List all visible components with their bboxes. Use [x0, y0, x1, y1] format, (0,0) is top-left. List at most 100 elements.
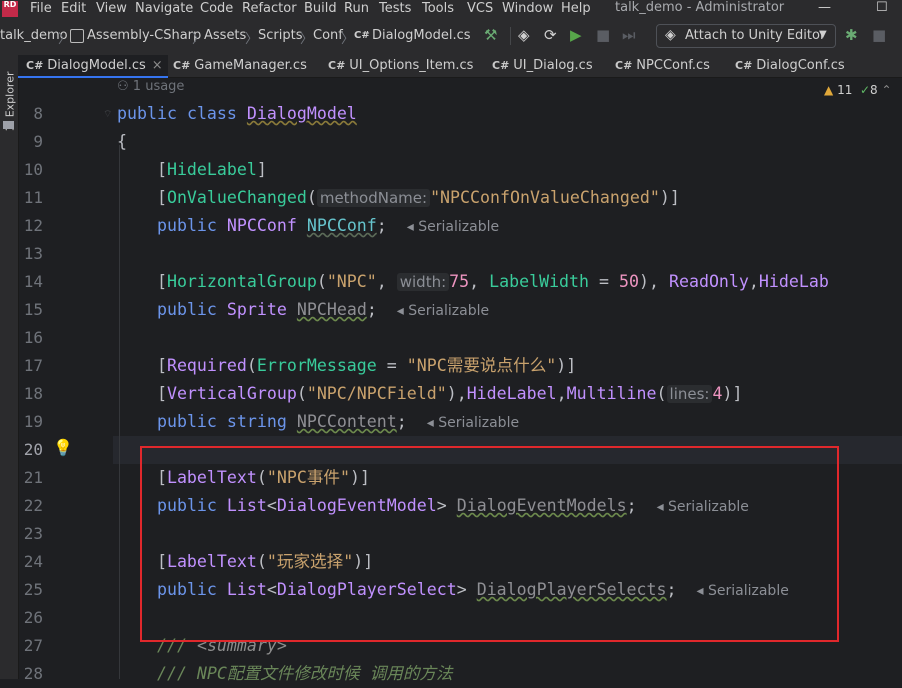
rider-logo-icon: RD [2, 1, 18, 17]
serializable-hint[interactable]: ◂ Serializable [427, 415, 519, 431]
code-line-8: public class DialogModel [117, 104, 357, 123]
code-line-17: [Required(ErrorMessage = "NPC需要说点什么")] [117, 356, 577, 375]
breadcrumb-file[interactable]: DialogModel.cs [372, 28, 471, 43]
line-number: 12 [23, 216, 43, 235]
line-number: 15 [23, 300, 43, 319]
run-icon[interactable]: ▶ [570, 26, 582, 44]
csharp-file-icon: C# [328, 59, 346, 72]
highlight-annotation-box [140, 446, 839, 642]
line-number: 11 [23, 188, 43, 207]
csharp-file-icon: C# [615, 59, 633, 72]
line-number: 14 [23, 272, 43, 291]
warning-icon: ▲ [824, 83, 834, 97]
csharp-file-icon: C# [492, 59, 510, 72]
maximize-button[interactable]: ☐ [876, 0, 888, 16]
build-hammer-icon[interactable]: ⚒ [484, 26, 497, 44]
menu-tests[interactable]: Tests [379, 0, 411, 18]
breadcrumb-conf[interactable]: Conf [313, 28, 343, 43]
line-number: 13 [23, 244, 43, 263]
csharp-file-icon: C# [26, 59, 44, 72]
stop-debug-icon[interactable]: ■ [872, 26, 886, 44]
breadcrumb-separator-icon: 〉 [300, 32, 314, 47]
attach-label: Attach to Unity Editor [685, 28, 826, 43]
fold-marker-icon[interactable]: ⌔ [103, 108, 112, 121]
tab-label: GameManager.cs [194, 58, 307, 73]
line-number: 24 [23, 552, 43, 571]
line-number: 28 [23, 664, 43, 683]
code-editor[interactable]: ⚇ 1 usage ▲ 11 ✓8 ⌃ 8 9 10 11 12 13 14 1… [19, 78, 902, 683]
csharp-file-icon: C# [173, 59, 191, 72]
menu-refactor[interactable]: Refactor [242, 0, 297, 18]
line-number: 25 [23, 580, 43, 599]
breadcrumb-assembly[interactable]: Assembly-CSharp [87, 28, 201, 43]
line-number: 17 [23, 356, 43, 375]
breadcrumb-separator-icon: 〉 [341, 32, 355, 47]
inspection-widget[interactable]: ▲ 11 ✓8 ⌃ [824, 83, 892, 97]
tab-label: DialogModel.cs [47, 58, 146, 73]
folder-icon[interactable] [3, 121, 14, 129]
editor-tabs: C# DialogModel.cs × C# GameManager.cs C# UI_… [18, 55, 902, 78]
serializable-hint[interactable]: ◂ Serializable [397, 303, 489, 319]
tab-ui-dialog[interactable]: C# UI_Dialog.cs [492, 55, 593, 77]
close-icon[interactable]: × [152, 58, 163, 73]
unity-serializable-icon: ◂ [396, 303, 404, 319]
refresh-settings-icon[interactable]: ⟳ [544, 26, 557, 44]
line-number: 23 [23, 524, 43, 543]
navigation-toolbar: talk_demo 〉 Assembly-CSharp 〉 Assets 〉 S… [0, 18, 902, 55]
line-number: 21 [23, 468, 43, 487]
menu-help[interactable]: Help [561, 0, 591, 18]
menu-tools[interactable]: Tools [422, 0, 454, 18]
usage-hint[interactable]: ⚇ 1 usage [117, 79, 184, 94]
param-hint: width: [396, 273, 450, 291]
window-title: talk_demo - Administrator [615, 0, 785, 15]
serializable-hint[interactable]: ◂ Serializable [407, 219, 499, 235]
csharp-file-icon: C# [354, 30, 370, 41]
code-line-14: [HorizontalGroup("NPC", width: 75, LabelW… [117, 272, 829, 291]
tab-npcconf[interactable]: C# NPCConf.cs [615, 55, 710, 77]
menu-bar: RD File Edit View Navigate Code Refactor… [0, 0, 902, 18]
lightbulb-icon[interactable]: 💡 [53, 438, 73, 457]
menu-code[interactable]: Code [200, 0, 233, 18]
line-number: 10 [23, 160, 43, 179]
code-line-12: public NPCConf NPCConf; ◂ Serializable [156, 216, 500, 235]
check-count: 8 [870, 83, 878, 97]
menu-edit[interactable]: Edit [61, 0, 86, 18]
unity-serializable-icon: ◂ [426, 415, 434, 431]
attach-unity-dropdown[interactable]: ◈ Attach to Unity Editor ▼ [656, 24, 836, 48]
chevron-down-icon: ▼ [819, 29, 827, 40]
menu-view[interactable]: View [96, 0, 127, 18]
minimize-button[interactable]: — [818, 0, 831, 16]
tab-ui-options-item[interactable]: C# UI_Options_Item.cs [328, 55, 473, 77]
code-line-11: [OnValueChanged(methodName: "NPCConfOnVal… [117, 188, 680, 207]
menu-build[interactable]: Build [304, 0, 337, 18]
menu-file[interactable]: File [30, 0, 52, 18]
toolbar-divider [510, 27, 511, 45]
menu-run[interactable]: Run [344, 0, 369, 18]
breadcrumb-assets[interactable]: Assets [204, 28, 246, 43]
breadcrumb-separator-icon: 〉 [245, 32, 259, 47]
line-number: 27 [23, 636, 43, 655]
line-number: 18 [23, 384, 43, 403]
tab-gamemanager[interactable]: C# GameManager.cs [173, 55, 307, 77]
code-line-19: public string NPCContent; ◂ Serializable [156, 412, 520, 431]
breadcrumb-scripts[interactable]: Scripts [258, 28, 302, 43]
step-icon[interactable]: ⏭ [622, 26, 636, 44]
debug-bug-icon[interactable]: ✱ [845, 26, 858, 44]
unity-serializable-icon: ◂ [406, 219, 414, 235]
menu-window[interactable]: Window [502, 0, 553, 18]
unity-attach-icon: ◈ [665, 27, 676, 43]
unity-icon[interactable]: ◈ [518, 26, 530, 44]
chevron-up-icon[interactable]: ⌃ [882, 83, 892, 97]
tab-dialogconf[interactable]: C# DialogConf.cs [735, 55, 845, 77]
stop-icon[interactable]: ■ [596, 26, 610, 44]
tab-dialogmodel[interactable]: C# DialogModel.cs × [18, 55, 168, 78]
menu-vcs[interactable]: VCS [467, 0, 493, 18]
code-line-15: public Sprite NPCHead; ◂ Serializable [156, 300, 490, 319]
param-hint: methodName: [316, 189, 431, 207]
code-line-28: /// NPC配置文件修改时候 调用的方法 [156, 664, 453, 683]
tab-label: UI_Options_Item.cs [349, 58, 474, 73]
tab-label: NPCConf.cs [636, 58, 710, 73]
menu-navigate[interactable]: Navigate [135, 0, 193, 18]
warning-count: 11 [837, 83, 853, 97]
user-icon: ⚇ [117, 79, 133, 94]
